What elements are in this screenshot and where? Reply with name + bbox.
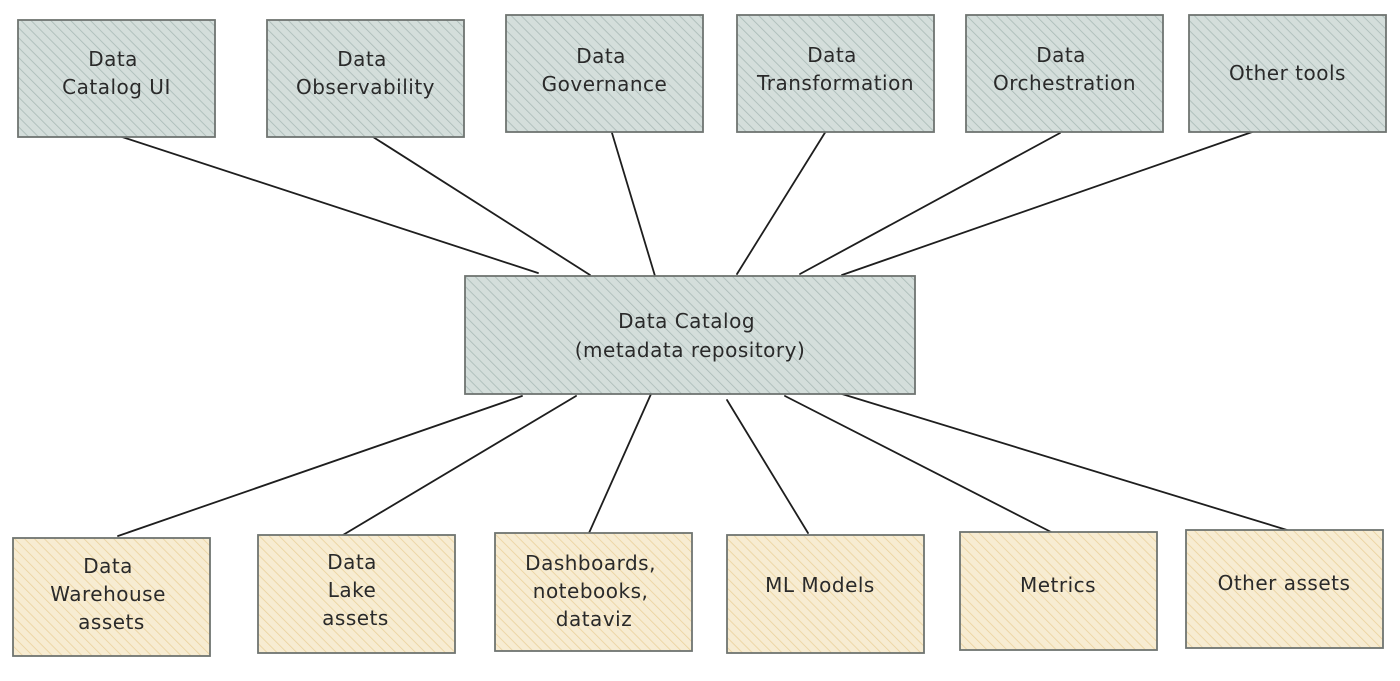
tool-box-observability: Data Observability — [266, 19, 465, 138]
tool-box-other-tools: Other tools — [1188, 14, 1387, 133]
asset-label: Metrics — [1020, 573, 1096, 597]
asset-box-metrics: Metrics — [959, 531, 1158, 651]
connector-dashboards — [588, 393, 652, 534]
data-catalog-diagram: Data Catalog UI Data Observability Data … — [12, 14, 1387, 657]
connector-transformation — [736, 130, 827, 275]
catalog-box: Data Catalog (metadata repository) — [464, 275, 916, 395]
asset-box-other-assets: Other assets — [1185, 529, 1384, 649]
asset-box-warehouse-assets: Data Warehouse assets — [12, 537, 211, 657]
tool-box-transformation: Data Transformation — [736, 14, 935, 133]
tool-box-governance: Data Governance — [505, 14, 704, 133]
connector-catalog-ui — [109, 132, 539, 274]
asset-label: Data Lake assets — [322, 550, 389, 630]
tools-row: Data Catalog UI Data Observability Data … — [17, 14, 1387, 138]
assets-row: Data Warehouse assets Data Lake assets D… — [12, 529, 1384, 657]
connector-governance — [611, 132, 656, 277]
connector-other-assets — [841, 393, 1288, 531]
connector-warehouse-assets — [117, 395, 523, 537]
connector-orchestration — [799, 132, 1061, 275]
connector-metrics — [784, 395, 1054, 534]
tool-box-orchestration: Data Orchestration — [965, 14, 1164, 133]
asset-box-ml-models: ML Models — [726, 534, 925, 654]
tool-box-catalog-ui: Data Catalog UI — [17, 19, 216, 138]
asset-box-lake-assets: Data Lake assets — [257, 534, 456, 654]
asset-label: ML Models — [765, 573, 875, 597]
asset-label: Other assets — [1218, 571, 1351, 595]
connector-other-tools — [841, 130, 1256, 276]
connector-ml-models — [726, 399, 809, 534]
asset-box-dashboards: Dashboards, notebooks, dataviz — [494, 532, 693, 652]
tool-label: Other tools — [1229, 61, 1346, 85]
